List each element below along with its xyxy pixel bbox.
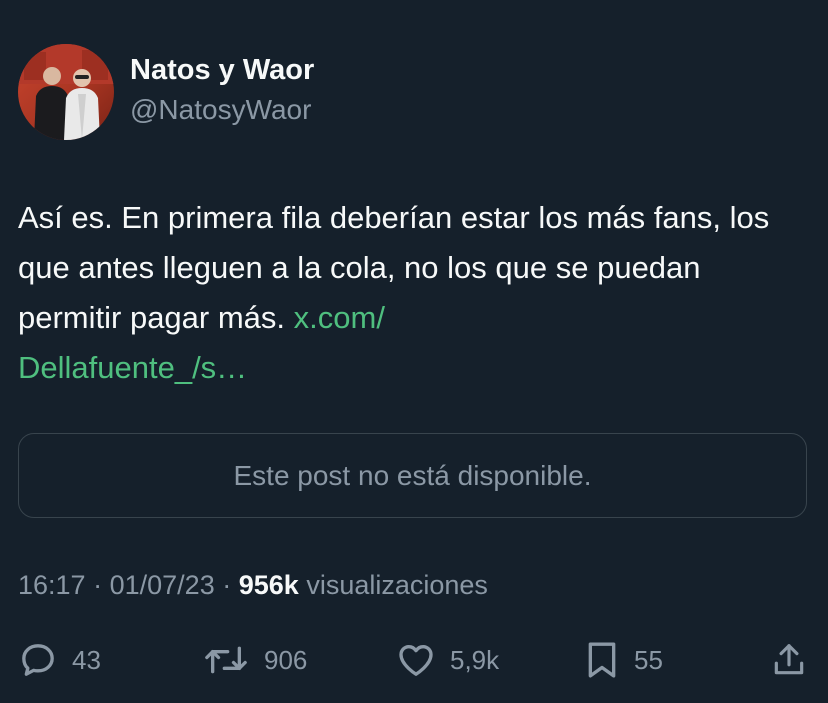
- views-label: visualizaciones: [306, 570, 488, 600]
- like-count: 5,9k: [450, 644, 500, 675]
- display-name[interactable]: Natos y Waor: [130, 54, 314, 87]
- meta-separator: ·: [222, 570, 232, 600]
- reply-count: 43: [72, 644, 101, 675]
- repost-count: 906: [264, 644, 308, 675]
- unavailable-message: Este post no está disponible.: [233, 459, 592, 491]
- post-meta: 16:17 · 01/07/23 · 956k visualizaciones: [18, 570, 488, 601]
- reply-icon: [18, 640, 58, 680]
- post-time[interactable]: 16:17: [18, 570, 86, 600]
- bookmark-icon: [584, 640, 620, 680]
- quoted-post-unavailable: Este post no está disponible.: [18, 433, 807, 518]
- tweet-body: Así es. En primera fila deberían estar l…: [18, 200, 770, 335]
- avatar[interactable]: [18, 44, 114, 140]
- repost-icon: [202, 640, 250, 680]
- post-date[interactable]: 01/07/23: [110, 570, 215, 600]
- bookmark-count: 55: [634, 644, 663, 675]
- meta-separator: ·: [93, 570, 103, 600]
- bookmark-button[interactable]: 55: [584, 640, 663, 680]
- tweet-text: Así es. En primera fila deberían estar l…: [18, 193, 808, 393]
- share-icon: [770, 640, 808, 680]
- share-button[interactable]: [770, 640, 808, 680]
- repost-button[interactable]: 906: [202, 640, 307, 680]
- user-handle[interactable]: @NatosyWaor: [130, 94, 311, 126]
- like-icon: [396, 640, 436, 680]
- views-count: 956k: [238, 570, 299, 600]
- reply-button[interactable]: 43: [18, 640, 101, 680]
- like-button[interactable]: 5,9k: [396, 640, 499, 680]
